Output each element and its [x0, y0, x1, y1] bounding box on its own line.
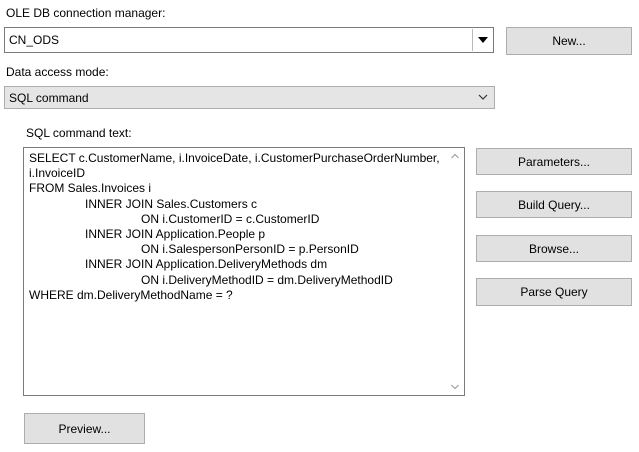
parse-query-button[interactable]: Parse Query — [476, 278, 632, 306]
connection-dropdown-button[interactable] — [472, 29, 492, 51]
data-access-mode-select[interactable]: SQL command — [4, 86, 495, 109]
sql-line: i.InvoiceID — [29, 166, 86, 181]
sql-line: ON i.CustomerID = c.CustomerID — [141, 211, 320, 226]
sql-line: INNER JOIN Application.DeliveryMethods d… — [85, 257, 328, 272]
data-access-mode-label: Data access mode: — [6, 65, 109, 79]
browse-button[interactable]: Browse... — [476, 235, 632, 262]
sql-line: ON i.DeliveryMethodID = dm.DeliveryMetho… — [141, 272, 393, 287]
new-connection-button[interactable]: New... — [506, 27, 632, 55]
build-query-button[interactable]: Build Query... — [476, 191, 632, 218]
chevron-up-icon[interactable] — [451, 153, 459, 159]
sql-command-text-label: SQL command text: — [26, 126, 132, 140]
sql-line: INNER JOIN Sales.Customers c — [85, 196, 258, 211]
connection-manager-combobox[interactable]: CN_ODS — [4, 27, 494, 53]
triangle-down-icon — [477, 37, 488, 43]
sql-line: FROM Sales.Invoices i — [29, 181, 152, 196]
connection-manager-label: OLE DB connection manager: — [6, 6, 166, 20]
sql-line: INNER JOIN Application.People p — [85, 227, 266, 242]
chevron-down-icon — [478, 94, 488, 100]
data-access-mode-value: SQL command — [9, 90, 89, 105]
preview-button[interactable]: Preview... — [24, 413, 145, 444]
chevron-down-icon[interactable] — [451, 384, 459, 390]
sql-line: ON i.SalespersonPersonID = p.PersonID — [141, 242, 359, 257]
sql-line: WHERE dm.DeliveryMethodName = ? — [29, 287, 233, 302]
connection-manager-value: CN_ODS — [9, 33, 60, 47]
parameters-button[interactable]: Parameters... — [476, 148, 632, 175]
sql-command-textarea[interactable]: SELECT c.CustomerName, i.InvoiceDate, i.… — [23, 147, 465, 396]
vertical-scrollbar[interactable] — [447, 149, 463, 394]
sql-code: SELECT c.CustomerName, i.InvoiceDate, i.… — [29, 151, 444, 303]
sql-line: SELECT c.CustomerName, i.InvoiceDate, i.… — [29, 151, 440, 165]
